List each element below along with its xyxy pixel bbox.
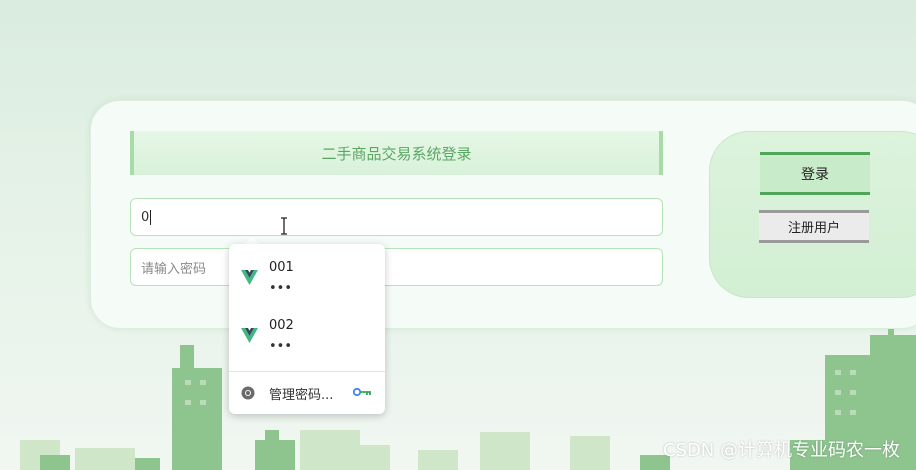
- manage-passwords-item[interactable]: 管理密码...: [229, 375, 385, 409]
- text-caret: [150, 209, 152, 225]
- popup-divider: [229, 371, 385, 372]
- vue-logo-icon: [241, 270, 258, 285]
- saved-credential-item[interactable]: 001 •••: [229, 252, 385, 306]
- saved-credential-item[interactable]: 002 •••: [229, 310, 385, 364]
- login-title: 二手商品交易系统登录: [130, 131, 663, 175]
- text-cursor-icon: [281, 217, 287, 235]
- manage-passwords-label: 管理密码...: [269, 388, 334, 403]
- username-input[interactable]: 0: [130, 198, 663, 236]
- credential-username: 001: [269, 260, 294, 275]
- username-value: 0: [141, 209, 150, 225]
- credential-password-mask: •••: [269, 339, 293, 354]
- vue-logo-icon: [241, 328, 258, 343]
- credential-password-mask: •••: [269, 281, 293, 296]
- register-button-label: 注册用户: [787, 221, 840, 236]
- login-button[interactable]: 登录: [760, 152, 870, 195]
- register-button[interactable]: 注册用户: [759, 210, 869, 243]
- key-icon: [353, 387, 371, 397]
- credential-username: 002: [269, 318, 294, 333]
- login-button-label: 登录: [801, 166, 829, 183]
- password-input[interactable]: 请输入密码: [130, 248, 663, 286]
- password-placeholder: 请输入密码: [141, 261, 207, 277]
- login-title-text: 二手商品交易系统登录: [321, 144, 472, 163]
- chrome-icon: [241, 386, 255, 400]
- watermark-text: CSDN @计算机专业码农一枚: [662, 440, 900, 461]
- password-autofill-popup: 001 ••• 002 ••• 管理密码...: [229, 244, 385, 414]
